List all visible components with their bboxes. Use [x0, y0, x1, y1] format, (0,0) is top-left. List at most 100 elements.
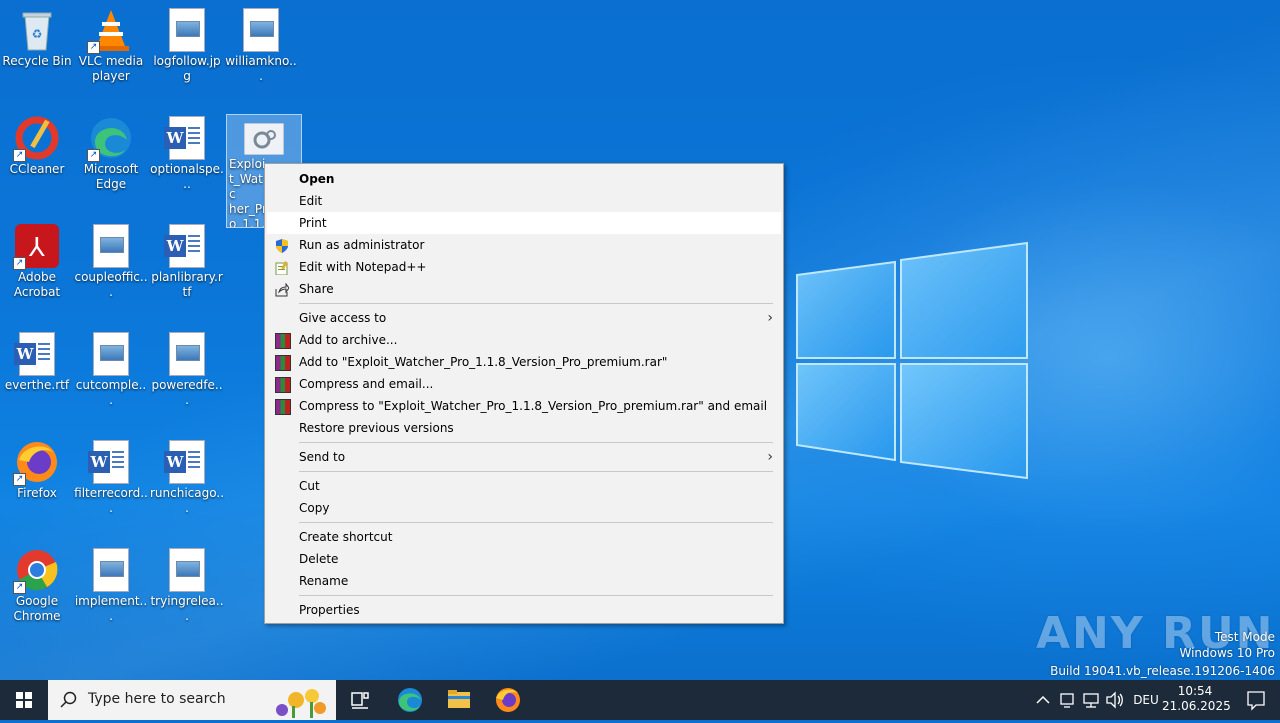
windows-start-icon: [16, 692, 32, 708]
tray-volume-button[interactable]: [1104, 680, 1126, 720]
network-icon: [1083, 693, 1099, 708]
taskbar-file-explorer-button[interactable]: [435, 680, 483, 720]
winrar-icon: [275, 377, 291, 393]
desktop-icon-google-chrome[interactable]: ↗ Google Chrome: [0, 540, 74, 624]
menu-item-copy[interactable]: Copy: [265, 497, 783, 519]
desktop-icon-optionalspe[interactable]: W optionalspe...: [150, 108, 224, 192]
windows-wallpaper-logo: [796, 241, 1028, 480]
edge-icon: [398, 688, 422, 712]
taskbar-edge-button[interactable]: [386, 680, 434, 720]
firefox-icon: ↗: [13, 440, 59, 486]
desktop-icon-runchicago[interactable]: W runchicago...: [150, 432, 224, 516]
speaker-icon: [1106, 691, 1123, 709]
menu-item-cut[interactable]: Cut: [265, 475, 783, 497]
desktop-icon-firefox[interactable]: ↗ Firefox: [0, 432, 74, 501]
image-file-icon: [165, 332, 209, 376]
folder-icon: [448, 690, 470, 708]
notification-icon: [1247, 691, 1265, 711]
menu-item-open[interactable]: Open: [265, 168, 783, 190]
tray-network-button[interactable]: [1080, 680, 1102, 720]
menu-item-compress-and-email[interactable]: Compress and email...: [265, 373, 783, 395]
svg-text:♻: ♻: [32, 27, 43, 41]
tray-device-button[interactable]: [1056, 680, 1078, 720]
desktop-icon-coupleoffic[interactable]: coupleoffic...: [74, 216, 148, 300]
taskbar-search-box[interactable]: Type here to search: [48, 680, 336, 720]
winrar-icon: [275, 355, 291, 371]
desktop-icon-everthe[interactable]: W everthe.rtf: [0, 324, 74, 393]
build-text: Build 19041.vb_release.191206-1406: [1050, 664, 1275, 678]
settings-file-icon: [243, 122, 285, 156]
desktop-icon-poweredfe[interactable]: poweredfe...: [150, 324, 224, 408]
menu-item-add-to-rar[interactable]: Add to "Exploit_Watcher_Pro_1.1.8_Versio…: [265, 351, 783, 373]
tray-overflow-button[interactable]: [1032, 680, 1054, 720]
menu-item-properties[interactable]: Properties: [265, 599, 783, 621]
word-document-icon: W: [14, 332, 59, 376]
menu-item-rename[interactable]: Rename: [265, 570, 783, 592]
menu-item-delete[interactable]: Delete: [265, 548, 783, 570]
taskbar: Type here to search DEU 10:54 21.06.2025: [0, 680, 1280, 720]
menu-item-edit[interactable]: Edit: [265, 190, 783, 212]
ccleaner-icon: ↗: [13, 116, 59, 162]
image-file-icon: [165, 8, 209, 52]
desktop-icon-tryingrelea[interactable]: tryingrelea...: [150, 540, 224, 624]
menu-item-share[interactable]: Share: [265, 278, 783, 300]
desktop-icon-recycle-bin[interactable]: ♻ Recycle Bin: [0, 0, 74, 69]
uac-shield-icon: [275, 238, 289, 253]
notepad-plus-plus-icon: [275, 260, 289, 276]
menu-separator: [299, 303, 773, 304]
chrome-icon: ↗: [13, 548, 59, 594]
vlc-cone-icon: ↗: [87, 8, 133, 54]
word-document-icon: W: [88, 440, 133, 484]
windows-edition-text: Windows 10 Pro: [1179, 646, 1275, 660]
winrar-icon: [275, 399, 291, 415]
desktop-icon-cutcomple[interactable]: cutcomple...: [74, 324, 148, 408]
chevron-up-icon: [1036, 695, 1050, 704]
desktop-icon-vlc[interactable]: ↗ VLC media player: [74, 0, 148, 84]
desktop-icon-planlibrary[interactable]: W planlibrary.rtf: [150, 216, 224, 300]
task-view-icon: [351, 692, 369, 709]
desktop-icon-adobe-acrobat[interactable]: ⅄ ↗ Adobe Acrobat: [0, 216, 74, 300]
search-placeholder: Type here to search: [88, 691, 226, 707]
svg-text:⅄: ⅄: [28, 233, 45, 263]
menu-item-print[interactable]: Print: [267, 212, 781, 234]
clock-time: 10:54: [1177, 684, 1213, 698]
taskbar-firefox-button[interactable]: [484, 680, 532, 720]
desktop-icon-ccleaner[interactable]: ↗ CCleaner: [0, 108, 74, 177]
desktop-icon-implement[interactable]: implement...: [74, 540, 148, 624]
share-icon: [275, 282, 290, 297]
image-file-icon: [89, 548, 133, 592]
image-file-icon: [239, 8, 283, 52]
menu-item-add-to-archive[interactable]: Add to archive...: [265, 329, 783, 351]
menu-item-restore-previous-versions[interactable]: Restore previous versions: [265, 417, 783, 439]
menu-item-send-to[interactable]: Send to ›: [265, 446, 783, 468]
search-highlight-flowers-icon: [276, 689, 326, 718]
test-mode-text: Test Mode: [1214, 630, 1275, 644]
clock[interactable]: 10:54 21.06.2025: [1162, 680, 1231, 720]
word-document-icon: W: [164, 440, 209, 484]
recycle-bin-icon: ♻: [15, 8, 59, 52]
menu-item-edit-with-notepad[interactable]: Edit with Notepad++: [265, 256, 783, 278]
chevron-right-icon: ›: [767, 449, 773, 465]
menu-item-give-access-to[interactable]: Give access to ›: [265, 307, 783, 329]
desktop-icon-williamkno[interactable]: williamkno...: [224, 0, 298, 84]
desktop-icon-logfollow[interactable]: logfollow.jpg: [150, 0, 224, 84]
clock-date: 21.06.2025: [1162, 699, 1231, 713]
start-button[interactable]: [0, 680, 48, 720]
winrar-icon: [275, 333, 291, 349]
firefox-icon: [496, 688, 520, 712]
device-icon: [1060, 693, 1074, 708]
task-view-button[interactable]: [336, 680, 384, 720]
menu-separator: [299, 522, 773, 523]
action-center-button[interactable]: [1232, 680, 1280, 720]
menu-item-compress-to-rar-and-email[interactable]: Compress to "Exploit_Watcher_Pro_1.1.8_V…: [265, 395, 783, 417]
menu-item-create-shortcut[interactable]: Create shortcut: [265, 526, 783, 548]
desktop-icon-filterrecord[interactable]: W filterrecord...: [74, 432, 148, 516]
context-menu: Open Edit Print Run as administrator Edi…: [264, 163, 784, 624]
menu-item-run-as-administrator[interactable]: Run as administrator: [265, 234, 783, 256]
desktop-icon-microsoft-edge[interactable]: ↗ Microsoft Edge: [74, 108, 148, 192]
language-indicator[interactable]: DEU: [1131, 680, 1161, 720]
search-icon: [60, 691, 77, 708]
edge-icon: ↗: [87, 116, 133, 162]
image-file-icon: [89, 332, 133, 376]
adobe-acrobat-icon: ⅄ ↗: [13, 224, 59, 270]
